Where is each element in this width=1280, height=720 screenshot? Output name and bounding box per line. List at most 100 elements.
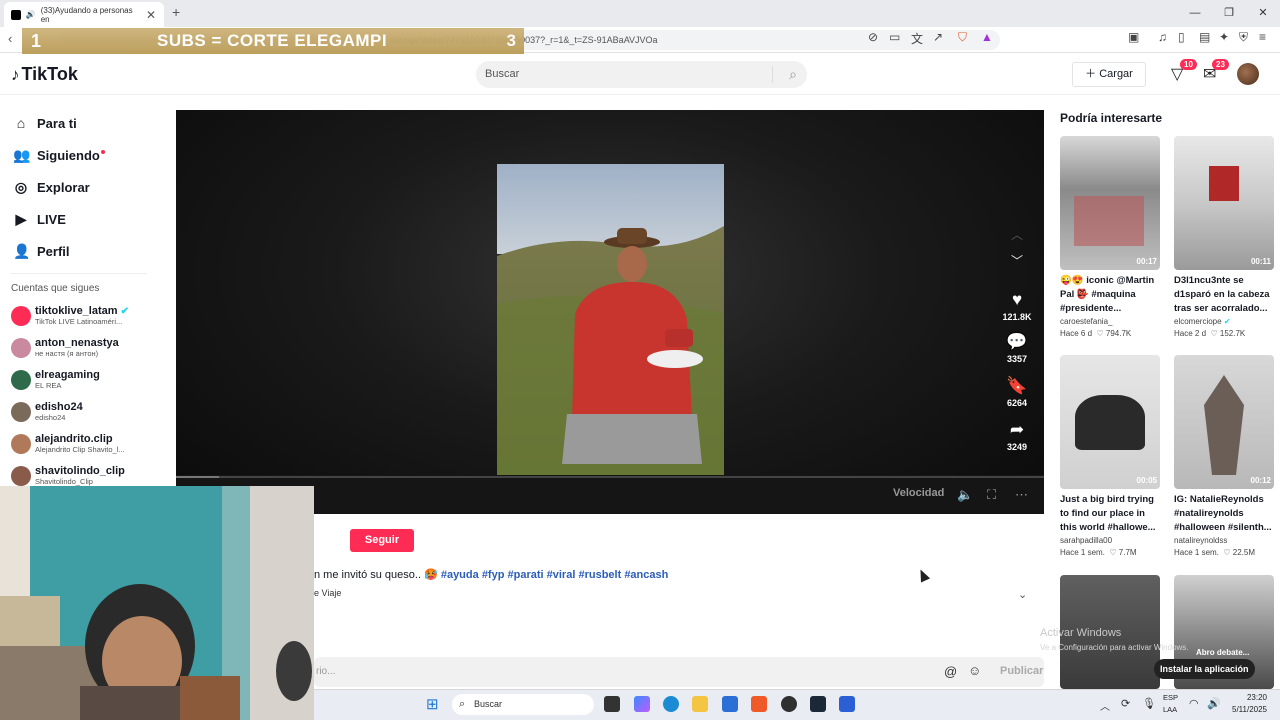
- close-window-icon[interactable]: ✕: [1246, 0, 1280, 27]
- search-divider: [772, 66, 773, 83]
- brave-icon[interactable]: [751, 696, 767, 712]
- share-button[interactable]: ➦ 3249: [1002, 420, 1032, 452]
- minimize-icon[interactable]: —: [1178, 0, 1212, 27]
- store-icon[interactable]: [722, 696, 738, 712]
- nav-explore[interactable]: ◎ Explorar: [13, 179, 90, 196]
- screen-icon[interactable]: ▭: [889, 30, 900, 44]
- recommended-video-card[interactable]: 00:05 Just a big bird trying to find our…: [1060, 355, 1160, 557]
- vpn-icon[interactable]: ⛨: [1239, 30, 1248, 45]
- volume-icon[interactable]: 🔈: [957, 487, 973, 503]
- upload-button[interactable]: ＋ Cargar: [1072, 62, 1146, 87]
- account-avatar: [11, 369, 31, 390]
- tray-chevron-icon[interactable]: ︿: [1100, 698, 1110, 713]
- app-icon[interactable]: [839, 696, 855, 712]
- nav-for-you[interactable]: ⌂ Para ti: [13, 115, 77, 131]
- video-player[interactable]: Velocidad 🔈 ⛶ ⋯ ︿ ﹀ ♥ 121.8K 💬 3357 🔖 62…: [176, 110, 1044, 514]
- hashtag-link[interactable]: #fyp: [482, 569, 505, 581]
- close-tab-icon[interactable]: ✕: [146, 8, 156, 22]
- account-name: elreagaming: [35, 369, 100, 381]
- next-video-icon[interactable]: ﹀: [1011, 252, 1023, 269]
- brave-shield-icon[interactable]: ⛉: [958, 30, 967, 45]
- card-title: Just a big bird trying to find our place…: [1060, 494, 1156, 533]
- mic-icon[interactable]: 🎙: [1142, 697, 1156, 710]
- progress-track[interactable]: [176, 476, 1044, 478]
- panel-icon[interactable]: ▯: [1178, 30, 1185, 44]
- comment-button[interactable]: 💬 3357: [1002, 332, 1032, 364]
- mention-icon[interactable]: @: [944, 664, 957, 679]
- hashtag-link[interactable]: #rusbelt: [578, 569, 621, 581]
- search-icon[interactable]: ⌕: [789, 61, 797, 88]
- music-label[interactable]: e Viaje: [314, 588, 341, 598]
- duration-label: 00:11: [1250, 257, 1271, 266]
- user-avatar[interactable]: [1237, 63, 1259, 85]
- browser-tab[interactable]: 🔊 (33)Ayudando a personas en ✕: [4, 2, 164, 27]
- comment-input[interactable]: rio... @ ☺: [314, 657, 1044, 687]
- follow-button[interactable]: Seguir: [350, 529, 414, 552]
- rewards-icon[interactable]: ▲: [981, 30, 993, 44]
- translate-icon[interactable]: 文: [911, 30, 923, 47]
- prev-video-icon[interactable]: ︿: [1011, 226, 1023, 243]
- steam-icon[interactable]: [810, 696, 826, 712]
- system-clock[interactable]: 23:20 5/11/2025: [1232, 692, 1267, 716]
- recommended-video-card[interactable]: 00:11 D3l1ncu3nte se d1sparó en la cabez…: [1174, 136, 1274, 338]
- new-tab-icon[interactable]: +: [172, 4, 180, 20]
- windows-start-icon[interactable]: ⊞: [426, 695, 439, 713]
- nav-following[interactable]: 👥 Siguiendo: [13, 147, 105, 164]
- account-item[interactable]: shavitolindo_clip Shavitolindo_Clip: [11, 465, 125, 486]
- speed-button[interactable]: Velocidad: [893, 487, 944, 499]
- more-options-icon[interactable]: ⋯: [1015, 487, 1028, 503]
- emoji-icon[interactable]: ☺: [968, 663, 981, 678]
- taskbar-search[interactable]: ⌕ Buscar: [452, 694, 594, 715]
- ai-icon[interactable]: ✦: [1219, 30, 1229, 44]
- account-avatar: [11, 337, 31, 358]
- sync-icon[interactable]: ⟳: [1121, 697, 1130, 710]
- video-thumbnail: 00:17: [1060, 136, 1160, 270]
- language-indicator[interactable]: ESP LAA: [1163, 692, 1178, 716]
- share-icon[interactable]: ↗: [933, 30, 943, 44]
- verified-icon: ✔: [120, 306, 129, 317]
- card-author: sarahpadilla00: [1060, 536, 1113, 545]
- publish-button[interactable]: Publicar: [1000, 665, 1043, 677]
- wifi-icon[interactable]: ◠: [1189, 697, 1199, 710]
- recommended-video-card[interactable]: 00:17 😜😍 iconic @Martin Pal 👺 #maquina #…: [1060, 136, 1160, 338]
- comment-count: 3357: [1006, 354, 1028, 364]
- install-app-button[interactable]: Instalar la aplicación: [1154, 659, 1255, 679]
- menu-icon[interactable]: ≡: [1259, 30, 1266, 44]
- sidebar-toggle-icon[interactable]: ▣: [1128, 30, 1139, 44]
- like-button[interactable]: ♥ 121.8K: [1002, 290, 1032, 322]
- edge-icon[interactable]: [663, 696, 679, 712]
- back-icon[interactable]: ‹: [8, 31, 12, 46]
- hashtag-link[interactable]: #ayuda: [441, 569, 479, 581]
- nav-profile[interactable]: 👤 Perfil: [13, 243, 70, 260]
- nav-label: Perfil: [37, 244, 70, 259]
- volume-tray-icon[interactable]: 🔊: [1207, 697, 1221, 710]
- expand-chevron-icon[interactable]: ⌄: [1018, 588, 1027, 601]
- thumbnail-caption: Abro debate...: [1196, 648, 1250, 657]
- hashtag-link[interactable]: #ancash: [624, 569, 668, 581]
- nav-live[interactable]: ▶ LIVE: [13, 211, 66, 228]
- search-icon: ⌕: [459, 698, 466, 710]
- task-view-icon[interactable]: [604, 696, 620, 712]
- wallet-icon[interactable]: ▤: [1199, 30, 1210, 44]
- tiktok-logo[interactable]: ♪ TikTok: [11, 64, 78, 85]
- fullscreen-icon[interactable]: ⛶: [987, 487, 996, 503]
- hashtag-link[interactable]: #parati: [508, 569, 544, 581]
- save-button[interactable]: 🔖 6264: [1002, 376, 1032, 408]
- account-item[interactable]: alejandrito.clip Alejandrito Clip Shavito…: [11, 433, 125, 454]
- obs-icon[interactable]: [781, 696, 797, 712]
- account-avatar: [11, 305, 31, 326]
- reader-icon[interactable]: ⊘: [868, 30, 878, 44]
- hashtag-link[interactable]: #viral: [547, 569, 576, 581]
- restore-icon[interactable]: ❐: [1212, 0, 1246, 27]
- copilot-icon[interactable]: [634, 696, 650, 712]
- recommended-video-card[interactable]: 00:12 IG: NatalieReynolds #natalireynold…: [1174, 355, 1274, 557]
- following-accounts-title: Cuentas que sigues: [11, 283, 100, 294]
- search-input[interactable]: Buscar ⌕: [476, 61, 807, 88]
- account-item[interactable]: anton_nenastya не настя (я антон): [11, 337, 119, 358]
- recommendations-title: Podría interesarte: [1060, 111, 1163, 125]
- account-item[interactable]: edisho24 edisho24: [11, 401, 83, 422]
- music-icon[interactable]: ♫: [1158, 30, 1167, 44]
- account-item[interactable]: elreagaming EL REA: [11, 369, 100, 390]
- account-item[interactable]: tiktoklive_latam ✔ TikTok LIVE Latinoamér…: [11, 305, 129, 326]
- file-explorer-icon[interactable]: [692, 696, 708, 712]
